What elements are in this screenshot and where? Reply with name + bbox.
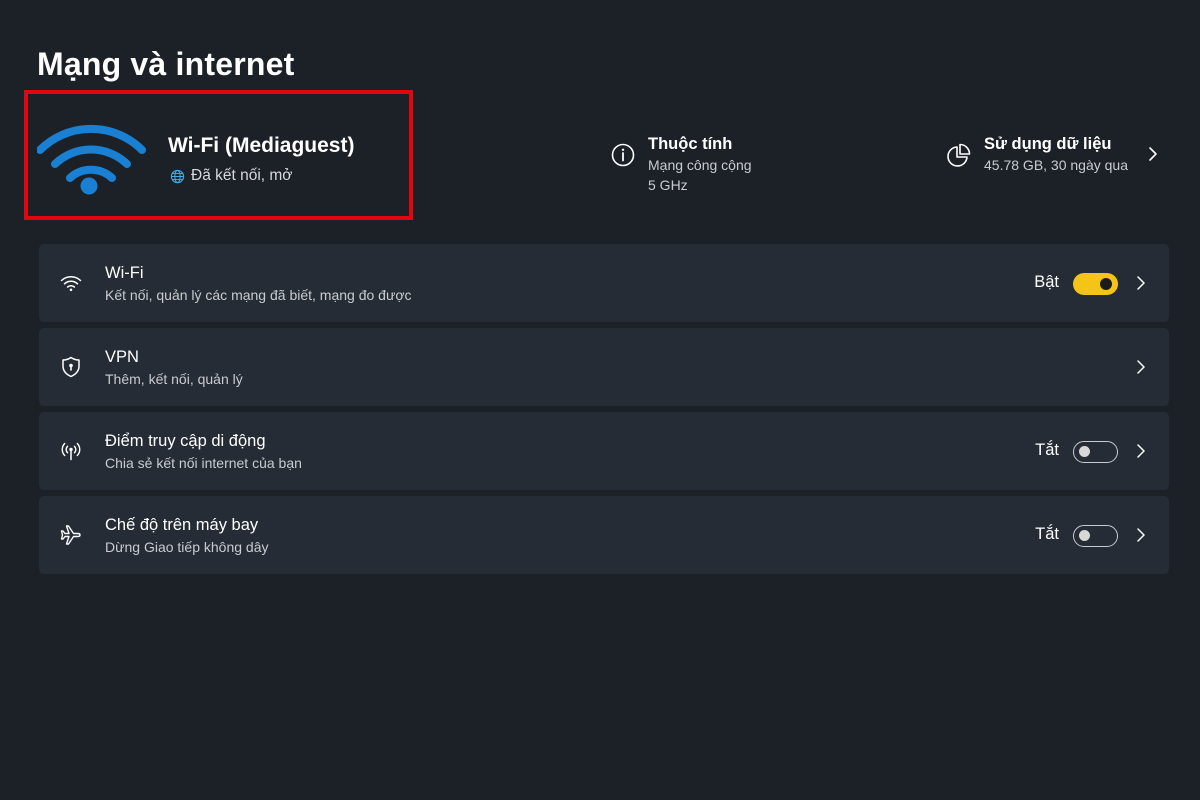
wifi-toggle[interactable] — [1073, 273, 1118, 295]
properties-link[interactable]: Thuộc tính Mạng công cộng 5 GHz — [610, 133, 752, 195]
toggle-knob — [1078, 446, 1090, 457]
data-usage-link[interactable]: Sử dụng dữ liệu 45.78 GB, 30 ngày qua — [946, 133, 1128, 175]
chevron-right-icon — [1137, 444, 1145, 458]
page-title: Mạng và internet — [37, 46, 295, 82]
toggle-knob — [1100, 278, 1112, 290]
data-usage-detail: 45.78 GB, 30 ngày qua — [984, 157, 1128, 173]
setting-subtitle: Chia sẻ kết nối internet của bạn — [105, 455, 302, 471]
setting-card-airplane[interactable]: Chế độ trên máy bay Dừng Giao tiếp không… — [39, 496, 1169, 574]
hotspot-toggle[interactable] — [1073, 441, 1118, 463]
setting-subtitle: Thêm, kết nối, quản lý — [105, 371, 243, 387]
globe-icon — [170, 169, 185, 183]
setting-title: VPN — [105, 348, 139, 366]
toggle-state-label: Bật — [1034, 273, 1059, 291]
setting-title: Wi-Fi — [105, 264, 144, 282]
setting-card-wifi[interactable]: Wi-Fi Kết nối, quản lý các mạng đã biết,… — [39, 244, 1169, 322]
info-icon — [611, 143, 635, 167]
airplane-toggle[interactable] — [1073, 525, 1118, 547]
network-type: Mạng công cộng — [648, 157, 752, 173]
properties-title: Thuộc tính — [648, 135, 733, 153]
setting-card-hotspot[interactable]: Điểm truy cập di động Chia sẻ kết nối in… — [39, 412, 1169, 490]
pie-chart-icon — [947, 143, 971, 167]
chevron-right-icon — [1137, 360, 1145, 374]
toggle-state-label: Tắt — [1035, 525, 1059, 543]
setting-subtitle: Dừng Giao tiếp không dây — [105, 539, 269, 555]
airplane-icon — [60, 525, 81, 545]
setting-title: Chế độ trên máy bay — [105, 516, 259, 534]
setting-subtitle: Kết nối, quản lý các mạng đã biết, mạng … — [105, 287, 412, 303]
shield-icon — [62, 356, 80, 378]
connection-status: Đã kết nối, mở — [170, 167, 292, 185]
toggle-knob — [1078, 530, 1090, 541]
settings-page: Mạng và internet Wi-Fi (Mediaguest) Đã k… — [0, 0, 1200, 800]
connection-status-text: Đã kết nối, mở — [191, 167, 293, 184]
toggle-state-label: Tắt — [1035, 441, 1059, 459]
network-band: 5 GHz — [648, 177, 688, 193]
setting-title: Điểm truy cập di động — [105, 432, 266, 450]
hotspot-icon — [61, 442, 81, 461]
connection-name[interactable]: Wi-Fi (Mediaguest) — [168, 134, 354, 158]
setting-card-vpn[interactable]: VPN Thêm, kết nối, quản lý — [39, 328, 1169, 406]
wifi-icon — [60, 276, 82, 292]
chevron-right-icon[interactable] — [1146, 145, 1160, 163]
data-usage-title: Sử dụng dữ liệu — [984, 135, 1112, 153]
chevron-right-icon — [1137, 276, 1145, 290]
chevron-right-icon — [1137, 528, 1145, 542]
wifi-signal-icon — [37, 124, 146, 195]
